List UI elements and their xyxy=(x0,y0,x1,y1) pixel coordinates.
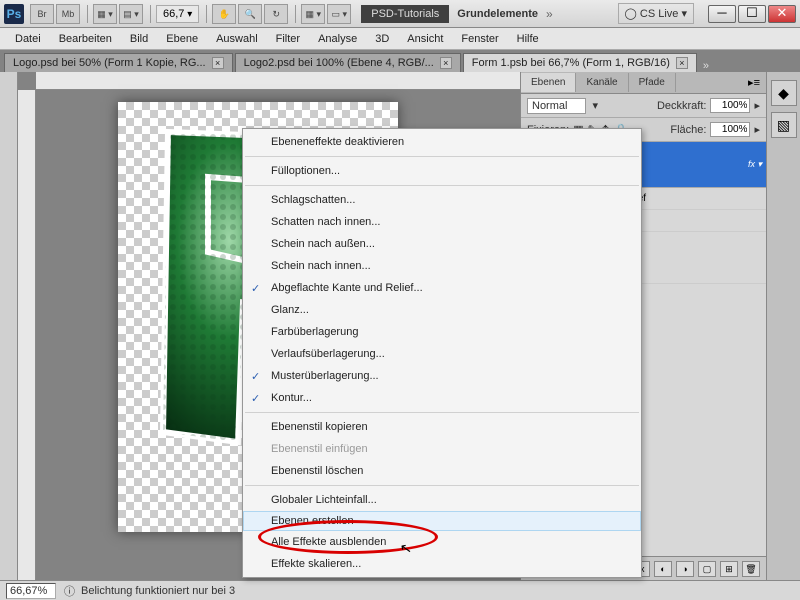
ctx-item[interactable]: Ebenenstil löschen xyxy=(243,460,641,482)
ctx-item[interactable]: Effekte skalieren... xyxy=(243,553,641,575)
ctx-item[interactable]: Schein nach außen... xyxy=(243,233,641,255)
left-dock-strip[interactable] xyxy=(0,72,18,580)
fill-input[interactable] xyxy=(710,122,750,137)
menu-datei[interactable]: Datei xyxy=(6,30,50,48)
ctx-item[interactable]: Ebeneneffekte deaktivieren xyxy=(243,131,641,153)
ctx-item[interactable]: Glanz... xyxy=(243,299,641,321)
ctx-item[interactable]: ✓Musterüberlagerung... xyxy=(243,365,641,387)
zoom-readout[interactable]: 66,67% xyxy=(6,583,56,599)
doc-tab-form1[interactable]: Form 1.psb bei 66,7% (Form 1, RGB/16)× xyxy=(463,53,697,72)
ctx-item[interactable]: ✓Kontur... xyxy=(243,387,641,409)
cs-live-button[interactable]: ◯ CS Live ▾ xyxy=(618,3,694,24)
menu-ebene[interactable]: Ebene xyxy=(157,30,207,48)
zoom-tool-icon[interactable]: 🔍 xyxy=(238,4,262,24)
view-guides-button[interactable]: ▤ ▾ xyxy=(119,4,143,24)
ctx-item[interactable]: Farbüberlagerung xyxy=(243,321,641,343)
panel-tabs: Ebenen Kanäle Pfade ▸≡ xyxy=(521,72,766,94)
menu-ansicht[interactable]: Ansicht xyxy=(398,30,452,48)
mask-icon[interactable]: ◐ xyxy=(654,561,672,577)
panel-menu-icon[interactable]: ▸≡ xyxy=(742,76,766,89)
status-info-icon[interactable]: ⓘ xyxy=(64,583,75,599)
ctx-item[interactable]: Schein nach innen... xyxy=(243,255,641,277)
document-tabs: Logo.psd bei 50% (Form 1 Kopie, RG...× L… xyxy=(0,50,800,72)
hand-tool-icon[interactable]: ✋ xyxy=(212,4,236,24)
menu-analyse[interactable]: Analyse xyxy=(309,30,366,48)
status-message: Belichtung funktioniert nur bei 3 xyxy=(81,585,235,597)
close-button[interactable]: ✕ xyxy=(768,5,796,23)
ctx-item[interactable]: Ebenen erstellen xyxy=(243,511,641,531)
check-icon: ✓ xyxy=(251,392,260,405)
tabs-overflow-icon[interactable]: » xyxy=(703,60,709,72)
minibridge-button[interactable]: Mb xyxy=(56,4,80,24)
menu-3d[interactable]: 3D xyxy=(366,30,398,48)
app-logo: Ps xyxy=(4,4,24,24)
panel-tab-pfade[interactable]: Pfade xyxy=(629,73,676,92)
ctx-item[interactable]: Schatten nach innen... xyxy=(243,211,641,233)
panel-tab-kanaele[interactable]: Kanäle xyxy=(576,73,628,92)
opacity-label: Deckkraft: xyxy=(657,100,707,112)
menu-hilfe[interactable]: Hilfe xyxy=(508,30,548,48)
ctx-item[interactable]: Fülloptionen... xyxy=(243,160,641,182)
ctx-item[interactable]: Verlaufsüberlagerung... xyxy=(243,343,641,365)
workspace-psd-tutorials[interactable]: PSD-Tutorials xyxy=(361,5,449,23)
workspace-label[interactable]: Grundelemente xyxy=(457,8,538,20)
fill-flyout-icon[interactable]: ▸ xyxy=(754,123,760,136)
trash-icon[interactable]: 🗑 xyxy=(742,561,760,577)
check-icon: ✓ xyxy=(251,282,260,295)
workspace-more-icon[interactable]: » xyxy=(546,7,553,21)
ctx-item[interactable]: Schlagschatten... xyxy=(243,189,641,211)
zoom-dropdown[interactable]: 66,7 ▾ xyxy=(156,5,199,23)
ctx-item[interactable]: Globaler Lichteinfall... xyxy=(243,489,641,511)
doc-tab-logo2[interactable]: Logo2.psd bei 100% (Ebene 4, RGB/...× xyxy=(235,53,461,72)
maximize-button[interactable]: ☐ xyxy=(738,5,766,23)
arrange-docs-button[interactable]: ▦ ▾ xyxy=(301,4,325,24)
color-dock-icon[interactable]: ◆ xyxy=(771,80,797,106)
menu-filter[interactable]: Filter xyxy=(267,30,309,48)
check-icon: ✓ xyxy=(251,370,260,383)
status-bar: 66,67% ⓘ Belichtung funktioniert nur bei… xyxy=(0,580,800,600)
ctx-item[interactable]: Ebenenstil kopieren xyxy=(243,416,641,438)
new-layer-icon[interactable]: ⊞ xyxy=(720,561,738,577)
rotate-view-icon[interactable]: ↻ xyxy=(264,4,288,24)
bridge-button[interactable]: Br xyxy=(30,4,54,24)
menu-bearbeiten[interactable]: Bearbeiten xyxy=(50,30,121,48)
menu-bild[interactable]: Bild xyxy=(121,30,157,48)
menu-fenster[interactable]: Fenster xyxy=(452,30,507,48)
menu-auswahl[interactable]: Auswahl xyxy=(207,30,267,48)
opacity-flyout-icon[interactable]: ▸ xyxy=(754,99,760,112)
view-extras-button[interactable]: ▦ ▾ xyxy=(93,4,117,24)
doc-tab-logo[interactable]: Logo.psd bei 50% (Form 1 Kopie, RG...× xyxy=(4,53,233,72)
panel-tab-ebenen[interactable]: Ebenen xyxy=(521,73,576,92)
ctx-item[interactable]: ✓Abgeflachte Kante und Relief... xyxy=(243,277,641,299)
adjustment-icon[interactable]: ◑ xyxy=(676,561,694,577)
screen-mode-button[interactable]: ▭ ▾ xyxy=(327,4,351,24)
ctx-item: Ebenenstil einfügen xyxy=(243,438,641,460)
ruler-vertical xyxy=(18,90,36,580)
styles-dock-icon[interactable]: ▧ xyxy=(771,112,797,138)
fx-badge[interactable]: fx ▾ xyxy=(748,159,762,170)
dock-strip: ◆ ▧ xyxy=(766,72,800,580)
close-tab-icon[interactable]: × xyxy=(212,57,224,69)
menu-bar: Datei Bearbeiten Bild Ebene Auswahl Filt… xyxy=(0,28,800,50)
minimize-button[interactable]: ─ xyxy=(708,5,736,23)
layer-style-context-menu: Ebeneneffekte deaktivieren Fülloptionen..… xyxy=(242,128,642,578)
blend-mode-select[interactable]: Normal xyxy=(527,98,586,114)
group-icon[interactable]: ▢ xyxy=(698,561,716,577)
fill-label: Fläche: xyxy=(670,124,706,136)
opacity-input[interactable] xyxy=(710,98,750,113)
ctx-item[interactable]: Alle Effekte ausblenden xyxy=(243,531,641,553)
title-bar: Ps Br Mb ▦ ▾ ▤ ▾ 66,7 ▾ ✋ 🔍 ↻ ▦ ▾ ▭ ▾ PS… xyxy=(0,0,800,28)
close-tab-icon[interactable]: × xyxy=(676,57,688,69)
close-tab-icon[interactable]: × xyxy=(440,57,452,69)
